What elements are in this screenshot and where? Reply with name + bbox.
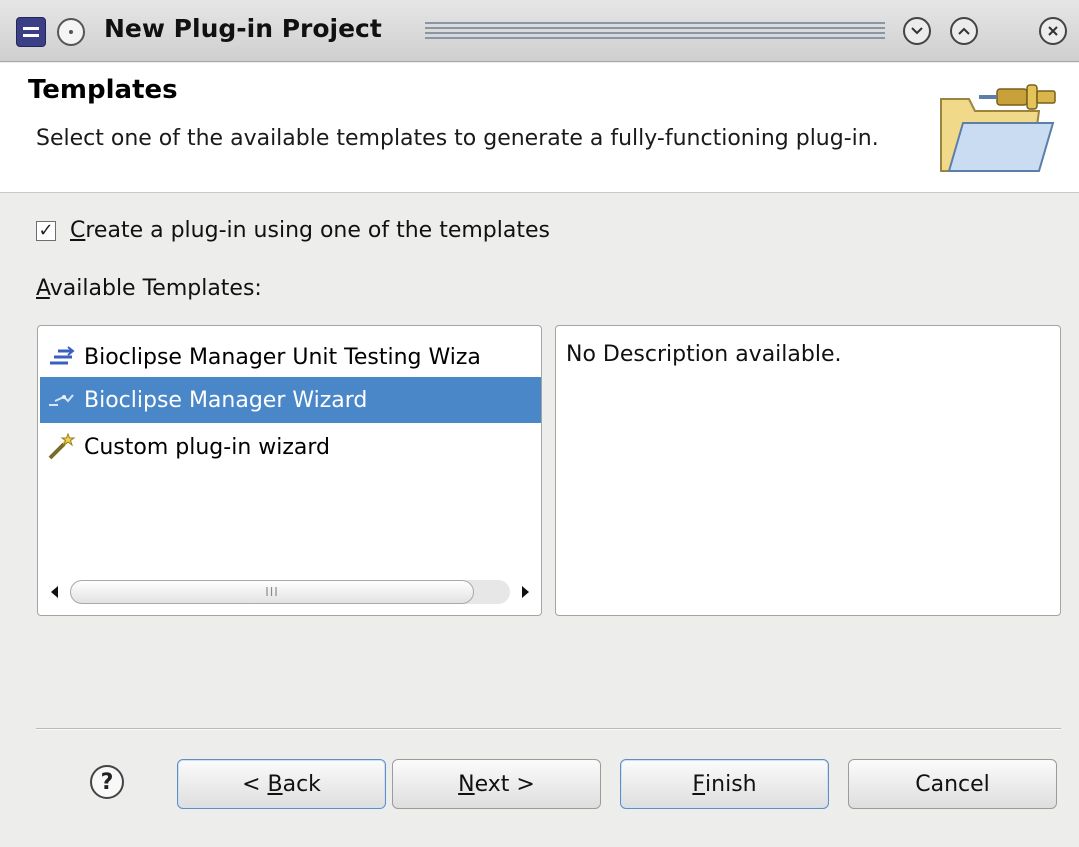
window-menu-button[interactable] [57, 18, 85, 46]
template-item-label: Custom plug-in wizard [84, 434, 331, 460]
finish-button[interactable]: Finish [620, 759, 829, 809]
template-description-panel[interactable]: No Description available. [555, 325, 1061, 616]
window-title: New Plug-in Project [104, 14, 382, 43]
next-button-label: ext > [474, 771, 535, 797]
finish-button-label: inish [705, 771, 757, 797]
scroll-track[interactable]: III [70, 580, 510, 604]
page-title: Templates [28, 75, 178, 105]
title-bar: New Plug-in Project [0, 0, 1079, 62]
close-icon [1048, 26, 1058, 36]
maximize-button[interactable] [950, 17, 978, 45]
next-button[interactable]: Next > [392, 759, 601, 809]
back-button[interactable]: < Back [177, 759, 386, 809]
arrow-right-icon [522, 586, 529, 598]
back-button-mnemonic: B [267, 771, 283, 797]
template-item-custom-wizard[interactable]: Custom plug-in wizard [40, 424, 541, 470]
wizard-header: Templates Select one of the available te… [0, 63, 1079, 193]
template-item-unit-testing[interactable]: Bioclipse Manager Unit Testing Wiza [40, 334, 541, 380]
button-bar-separator [36, 728, 1061, 730]
scroll-thumb-grip: III [265, 585, 279, 599]
template-item-label: Bioclipse Manager Wizard [84, 387, 368, 413]
horizontal-scrollbar[interactable]: III [42, 578, 538, 606]
arrow-left-icon [51, 586, 58, 598]
back-button-label: ack [282, 771, 321, 797]
use-template-checkbox[interactable]: ✓ [36, 220, 56, 241]
scroll-thumb[interactable]: III [70, 580, 474, 604]
available-templates-label: Available Templates: [36, 276, 262, 301]
chevron-down-icon [911, 27, 923, 35]
use-template-option[interactable]: ✓ Create a plug-in using one of the temp… [36, 218, 550, 243]
finish-button-mnemonic: F [692, 771, 706, 797]
help-button[interactable]: ? [90, 765, 124, 799]
use-template-label[interactable]: Create a plug-in using one of the templa… [70, 218, 550, 243]
chevron-up-icon [958, 27, 970, 35]
next-button-mnemonic: N [458, 771, 475, 797]
minimize-button[interactable] [903, 17, 931, 45]
custom-wizard-icon [48, 432, 76, 460]
scroll-right-button[interactable] [514, 580, 538, 604]
eclipse-app-icon [16, 17, 46, 47]
use-template-label-text: reate a plug-in using one of the templat… [85, 218, 550, 243]
template-item-manager-wizard[interactable]: Bioclipse Manager Wizard [40, 377, 541, 423]
use-template-mnemonic: C [70, 218, 86, 243]
cancel-button-label: Cancel [915, 771, 990, 797]
manager-wizard-icon [49, 394, 74, 406]
close-button[interactable] [1039, 17, 1067, 45]
page-description: Select one of the available templates to… [36, 126, 879, 151]
title-drag-stripes[interactable] [425, 22, 885, 42]
unit-test-wizard-icon [50, 346, 75, 365]
scroll-left-button[interactable] [42, 580, 66, 604]
plugin-folder-icon [940, 84, 1056, 172]
back-button-prefix: < [242, 771, 268, 797]
available-templates-mnemonic: A [36, 276, 50, 301]
templates-list[interactable]: Bioclipse Manager Unit Testing Wiza Bioc… [37, 325, 542, 616]
template-item-label: Bioclipse Manager Unit Testing Wiza [84, 344, 481, 370]
template-description-text: No Description available. [566, 342, 842, 367]
available-templates-label-text: vailable Templates: [49, 276, 262, 301]
cancel-button[interactable]: Cancel [848, 759, 1057, 809]
help-icon: ? [100, 769, 114, 795]
